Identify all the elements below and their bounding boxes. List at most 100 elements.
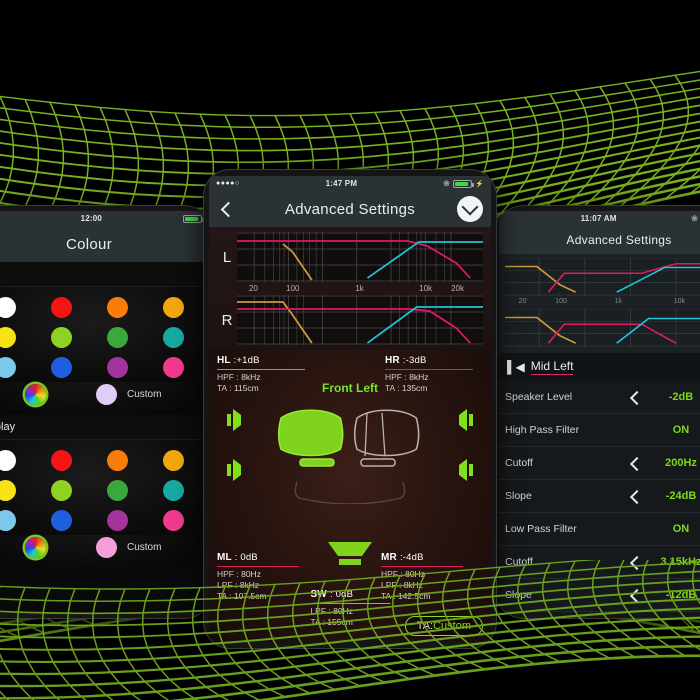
colour-swatch[interactable] <box>50 327 72 348</box>
row-key: TA <box>217 591 227 602</box>
custom-colour-swatch[interactable] <box>96 384 117 405</box>
speaker-row: HPF : 80Hz <box>381 569 485 580</box>
tick: 100 <box>555 298 567 305</box>
speaker-id: HR <box>385 355 400 366</box>
speaker-icon: ▌◀ <box>507 360 525 374</box>
colour-swatch[interactable] <box>106 510 128 531</box>
row-value: : 115cm <box>229 383 259 394</box>
row-value: : 80Hz <box>328 606 353 617</box>
row-key: HPF <box>217 372 234 383</box>
ta-mode-button[interactable]: TA:Custom <box>404 616 483 636</box>
option-label: Cutoff <box>505 457 533 469</box>
option-row-hpf-slope[interactable]: Slope -24dB <box>499 480 700 513</box>
colour-swatch[interactable] <box>162 297 184 318</box>
colour-swatch[interactable] <box>50 297 72 318</box>
chevron-down-icon[interactable] <box>457 196 483 222</box>
option-value: ON <box>672 523 690 535</box>
option-label: Cutoff <box>505 556 533 568</box>
colour-swatch[interactable] <box>106 450 128 471</box>
colour-swatch[interactable] <box>0 480 16 501</box>
eq-channel-label: R <box>221 311 233 329</box>
colour-swatch[interactable] <box>50 480 72 501</box>
option-row-low-pass-filter[interactable]: Low Pass Filter ON <box>499 513 700 546</box>
speaker-underline <box>310 602 391 605</box>
colour-swatch[interactable] <box>162 357 184 378</box>
option-row-high-pass-filter[interactable]: High Pass Filter ON <box>499 414 700 447</box>
speaker-row: TA : 155cm <box>310 617 396 628</box>
colour-swatch[interactable] <box>50 450 72 471</box>
eq-plot-left[interactable] <box>237 232 483 282</box>
colour-swatch[interactable] <box>50 510 72 531</box>
speaker-id: HL <box>217 355 231 366</box>
colour-swatch[interactable] <box>106 480 128 501</box>
speaker-info-sw[interactable]: SW : 0dB LPF : 80Hz TA : 155cm <box>310 589 396 628</box>
decrement-arrow-icon[interactable] <box>629 588 644 603</box>
option-row-hpf-cutoff[interactable]: Cutoff 200Hz <box>499 447 700 480</box>
option-row-lpf-cutoff[interactable]: Cutoff 3.15kHz <box>499 546 700 579</box>
speaker-row: HPF : 80Hz <box>217 569 321 580</box>
decrement-arrow-icon[interactable] <box>629 489 644 504</box>
speaker-header-hl: HL :+1dB <box>217 355 317 368</box>
eq-plot-right[interactable] <box>237 295 483 345</box>
row-key: HPF <box>217 569 234 580</box>
colour-swatch[interactable] <box>162 327 184 348</box>
left-navbar: Colour <box>0 226 209 262</box>
section-header-display: Display <box>0 415 209 440</box>
speaker-info-ml[interactable]: ML : 0dB HPF : 80Hz LPF : 8kHz TA : 107.… <box>217 552 321 602</box>
speaker-info-hr[interactable]: HR :-3dB HPF : 8kHz TA : 135cm <box>385 355 485 394</box>
decrement-arrow-icon[interactable] <box>629 555 644 570</box>
speaker-icon-front-left[interactable] <box>225 407 242 433</box>
colour-swatch[interactable] <box>106 297 128 318</box>
eq-graph-area: L 20 100 1k 10k 20k R <box>209 227 491 349</box>
colour-swatch[interactable] <box>162 480 184 501</box>
decrement-arrow-icon[interactable] <box>629 456 644 471</box>
row-value: : 142.5cm <box>393 591 431 602</box>
eq-ticks: 20 100 1k 10k 20k <box>505 298 700 309</box>
device-selector-bar[interactable]: ▌◀ Mid Left <box>499 353 700 381</box>
colour-swatch[interactable] <box>106 327 128 348</box>
colour-swatch[interactable] <box>106 357 128 378</box>
center-statusbar: ●●●●○ 1:47 PM ❀ ⚡ <box>209 176 491 191</box>
speaker-level: : 0dB <box>329 588 354 600</box>
colour-swatch[interactable] <box>162 510 184 531</box>
page-title: Advanced Settings <box>284 200 416 218</box>
colour-swatch[interactable] <box>0 297 16 318</box>
speaker-icon-front-right[interactable] <box>458 407 475 433</box>
colour-swatch[interactable] <box>0 327 16 348</box>
speaker-info-mr[interactable]: MR :-4dB HPF : 80Hz LPF : 8kHz TA : 142.… <box>381 552 485 602</box>
speaker-underline <box>385 368 473 371</box>
speaker-underline <box>381 565 463 568</box>
colour-swatch[interactable] <box>0 510 16 531</box>
right-navbar: Advanced Settings <box>499 226 700 254</box>
option-row-lpf-slope[interactable]: Slope -12dB <box>499 579 700 612</box>
row-key: LPF <box>310 606 327 617</box>
colour-wheel-icon[interactable] <box>25 537 46 558</box>
option-value: -12dB <box>665 589 697 601</box>
seat-diagram <box>275 404 425 505</box>
row-value: : 8kHz <box>404 372 429 383</box>
speaker-underline <box>217 368 305 371</box>
colour-swatch[interactable] <box>162 450 184 471</box>
tick: 20 <box>518 298 527 305</box>
back-chevron-icon[interactable] <box>219 201 235 217</box>
option-list: Speaker Level -2dB High Pass Filter ON C… <box>499 381 700 612</box>
option-row-speaker-level[interactable]: Speaker Level -2dB <box>499 381 700 414</box>
colour-swatch[interactable] <box>0 357 16 378</box>
colour-wheel-icon[interactable] <box>25 384 46 405</box>
colour-swatch[interactable] <box>0 450 16 471</box>
speaker-icon-rear-left[interactable] <box>225 457 242 483</box>
tick: 10k <box>419 284 433 293</box>
speaker-level: : 0dB <box>234 551 258 563</box>
speaker-info-hl[interactable]: HL :+1dB HPF : 8kHz TA : 115cm <box>217 355 317 394</box>
screenshot-root: P er er P er Le st ●○○○○ 12:00 Colour Ke… <box>0 0 700 700</box>
subwoofer-icon[interactable] <box>326 542 374 568</box>
row-value: : 107.5cm <box>229 591 267 602</box>
speaker-icon-rear-right[interactable] <box>458 457 475 483</box>
speaker-row: LPF : 8kHz <box>217 580 321 591</box>
custom-colour-swatch[interactable] <box>96 537 117 558</box>
battery-icon <box>182 214 204 223</box>
decrement-arrow-icon[interactable] <box>629 390 644 405</box>
colour-swatch[interactable] <box>50 357 72 378</box>
battery-icon <box>453 179 475 188</box>
speaker-id: ML <box>217 551 232 563</box>
